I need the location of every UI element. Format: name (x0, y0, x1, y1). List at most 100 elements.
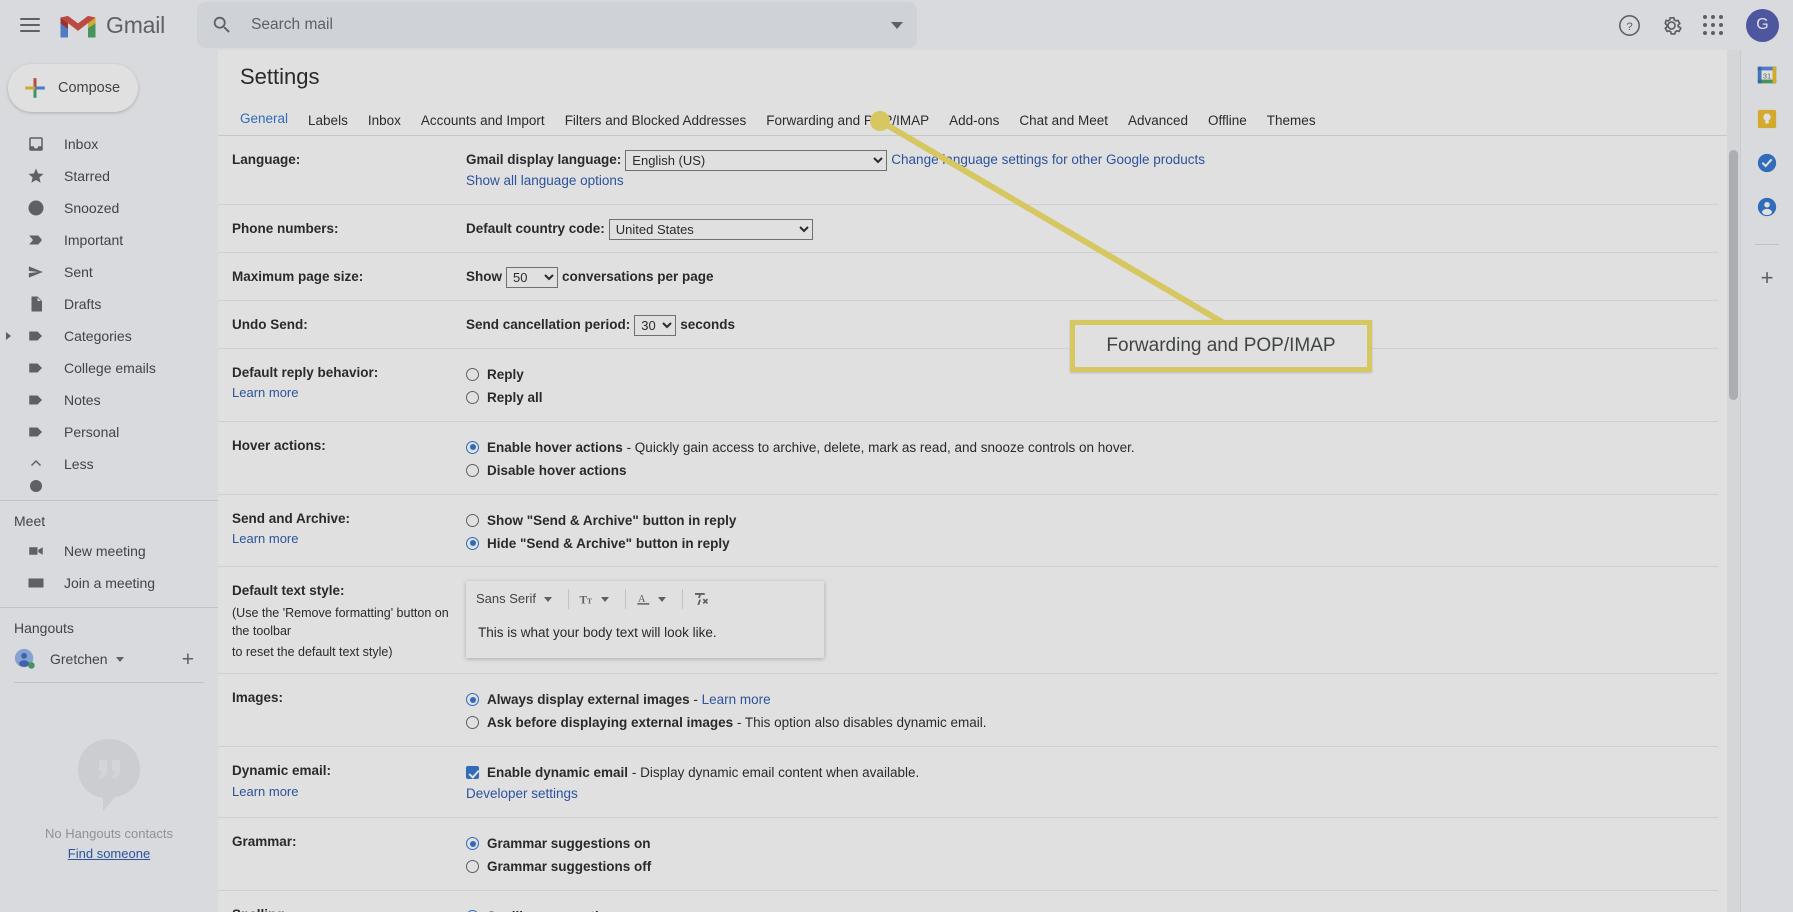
plus-icon[interactable]: + (182, 649, 194, 670)
text-size-chevron-down-icon[interactable] (600, 596, 609, 602)
option-reply-all[interactable]: Reply all (466, 388, 1718, 409)
sidebar-item-less[interactable]: Less (0, 448, 218, 480)
tab-filters-and-blocked-addresses[interactable]: Filters and Blocked Addresses (555, 113, 757, 135)
help-icon[interactable]: ? (1616, 12, 1642, 38)
vertical-scrollbar[interactable] (1727, 50, 1740, 912)
avatar[interactable]: G (1746, 8, 1779, 42)
radio-reply-all[interactable] (466, 390, 479, 404)
option-disable-hover-actions[interactable]: Disable hover actions (466, 461, 1718, 482)
radio-hide-send-archive[interactable] (466, 536, 479, 550)
tab-inbox[interactable]: Inbox (358, 113, 411, 135)
google-keep-icon[interactable] (1756, 108, 1778, 130)
radio-show-send-archive[interactable] (466, 513, 479, 527)
font-family-label[interactable]: Sans Serif (476, 589, 536, 609)
sidebar-item-inbox[interactable]: Inbox (0, 128, 218, 160)
radio-enable-hover-actions[interactable] (466, 440, 479, 454)
tab-offline[interactable]: Offline (1198, 113, 1257, 135)
learn-more-link[interactable]: Learn more (232, 384, 466, 403)
tab-themes[interactable]: Themes (1257, 113, 1326, 135)
option-enable-hover-actions[interactable]: Enable hover actions - Quickly gain acce… (466, 438, 1718, 459)
main-menu-icon[interactable] (8, 3, 52, 47)
scrollbar-thumb[interactable] (1729, 150, 1738, 400)
search-input[interactable] (249, 15, 882, 35)
show-all-language-options-link[interactable]: Show all language options (466, 173, 624, 188)
radio-grammar-on[interactable] (466, 837, 479, 851)
sidebar-item-personal[interactable]: Personal (0, 416, 218, 448)
gmail-display-language-select[interactable]: English (US) (625, 150, 888, 171)
draft-file-icon (26, 294, 46, 314)
setting-row-send-and-archive: Send and Archive: Learn more Show "Send … (218, 495, 1718, 568)
radio-grammar-off[interactable] (466, 860, 479, 873)
setting-body: Show 50 conversations per page (466, 266, 1718, 288)
option-spelling-on[interactable]: Spelling suggestions on (466, 907, 1718, 912)
text-size-icon[interactable]: T T (577, 590, 597, 608)
google-contacts-icon[interactable] (1756, 196, 1778, 218)
apps-grid-icon[interactable] (1700, 12, 1726, 38)
gmail-logo[interactable]: Gmail (58, 10, 165, 40)
sidebar-item-join-meeting[interactable]: Join a meeting (0, 567, 218, 599)
tab-forwarding-and-pop-imap[interactable]: Forwarding and POP/IMAP (756, 113, 939, 135)
learn-more-link[interactable]: Learn more (232, 783, 466, 802)
inbox-icon (26, 134, 46, 154)
sidebar-item-starred[interactable]: Starred (0, 160, 218, 192)
sidebar-item-categories[interactable]: Categories (0, 320, 218, 352)
tab-accounts-and-import[interactable]: Accounts and Import (411, 113, 555, 135)
editor-toolbar: Sans Serif T T A (466, 581, 824, 617)
sidebar-item-label: Sent (64, 264, 93, 280)
google-tasks-icon[interactable] (1756, 152, 1778, 174)
sidebar-item-clipped[interactable] (0, 480, 218, 492)
chevron-down-icon[interactable] (115, 656, 124, 662)
compose-button[interactable]: Compose (8, 64, 138, 112)
developer-settings-link[interactable]: Developer settings (466, 786, 578, 801)
text-color-icon[interactable]: A (634, 590, 654, 608)
expand-chevron-right-icon[interactable] (6, 332, 11, 340)
default-text-style-preview[interactable]: This is what your body text will look li… (466, 617, 824, 658)
plus-icon[interactable]: + (1761, 267, 1774, 289)
gear-icon[interactable] (1658, 12, 1684, 38)
sidebar-item-college-emails[interactable]: College emails (0, 352, 218, 384)
option-show-send-archive[interactable]: Show "Send & Archive" button in reply (466, 511, 1718, 532)
tab-advanced[interactable]: Advanced (1118, 113, 1198, 135)
option-ask-before-displaying-images[interactable]: Ask before displaying external images - … (466, 713, 1718, 734)
remove-formatting-icon[interactable] (691, 590, 711, 608)
option-always-display-images[interactable]: Always display external images - Learn m… (466, 690, 1718, 711)
option-hide-send-archive[interactable]: Hide "Send & Archive" button in reply (466, 534, 1718, 555)
learn-more-link[interactable]: Learn more (232, 530, 466, 549)
setting-body: Spelling suggestions on Spelling suggest… (466, 905, 1718, 912)
option-enable-dynamic-email[interactable]: Enable dynamic email - Display dynamic e… (466, 763, 1718, 784)
find-someone-link[interactable]: Find someone (68, 846, 150, 861)
google-calendar-icon[interactable]: 31 (1756, 64, 1778, 86)
setting-label: Maximum page size: (232, 268, 364, 284)
radio-ask-before-displaying-images[interactable] (466, 716, 479, 730)
sidebar-item-new-meeting[interactable]: New meeting (0, 535, 218, 567)
sidebar-item-snoozed[interactable]: Snoozed (0, 192, 218, 224)
setting-row-images: Images: Always display external images -… (218, 674, 1718, 748)
change-language-other-products-link[interactable]: Change language settings for other Googl… (891, 150, 1205, 171)
tab-general[interactable]: General (240, 111, 298, 135)
default-country-code-select[interactable]: United States (608, 218, 813, 240)
radio-reply[interactable] (466, 367, 479, 381)
learn-more-link[interactable]: Learn more (702, 692, 771, 707)
font-family-chevron-down-icon[interactable] (543, 596, 552, 602)
send-cancellation-period-select[interactable]: 30 (634, 314, 677, 336)
radio-disable-hover-actions[interactable] (466, 463, 479, 477)
search-bar[interactable] (197, 2, 918, 48)
sidebar-item-important[interactable]: Important (0, 224, 218, 256)
page-title: Settings (240, 64, 320, 89)
tab-labels[interactable]: Labels (298, 113, 358, 135)
search-options-chevron-down-icon[interactable] (891, 21, 904, 29)
tab-chat-and-meet[interactable]: Chat and Meet (1009, 113, 1118, 135)
hangouts-section-title: Hangouts (14, 620, 74, 636)
sidebar-item-sent[interactable]: Sent (0, 256, 218, 288)
sidebar-item-drafts[interactable]: Drafts (0, 288, 218, 320)
option-grammar-on[interactable]: Grammar suggestions on (466, 834, 1718, 855)
text-color-chevron-down-icon[interactable] (657, 596, 666, 602)
option-grammar-off[interactable]: Grammar suggestions off (466, 857, 1718, 878)
hangouts-user-row[interactable]: Gretchen + (0, 642, 218, 676)
radio-always-display-images[interactable] (466, 693, 479, 707)
sidebar-item-notes[interactable]: Notes (0, 384, 218, 416)
option-label: Spelling suggestions on (487, 907, 643, 912)
page-size-select[interactable]: 50 (506, 266, 558, 288)
checkbox-enable-dynamic-email[interactable] (466, 766, 479, 780)
tab-add-ons[interactable]: Add-ons (939, 113, 1009, 135)
